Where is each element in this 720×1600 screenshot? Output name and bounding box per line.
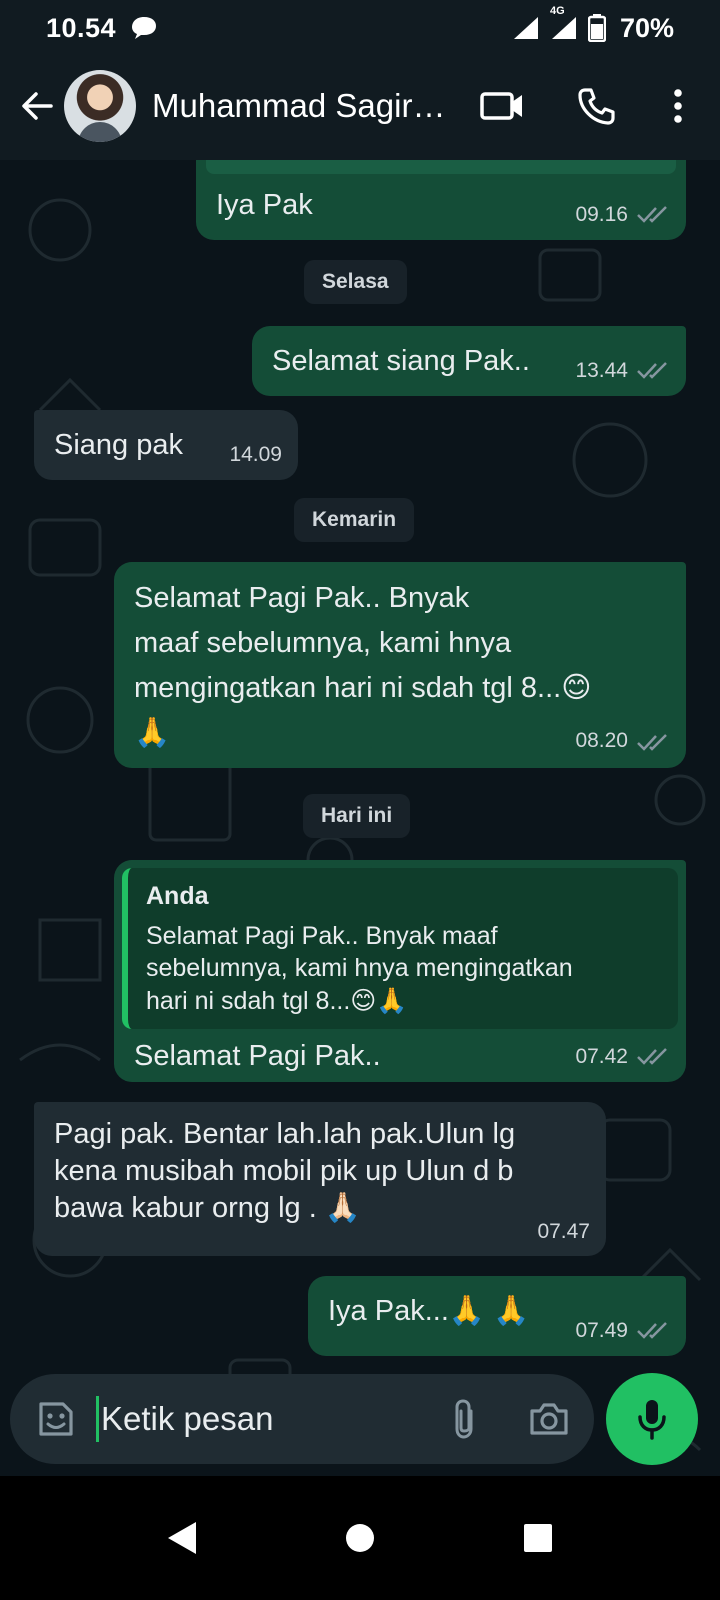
sticker-button[interactable]: [28, 1391, 84, 1447]
message-meta: 08.20: [575, 725, 670, 758]
status-indicators: 4G 70%: [512, 5, 674, 44]
message-text: Iya Pak: [216, 189, 313, 221]
signal-icon: [513, 17, 538, 39]
chat-notification-icon: [132, 17, 157, 39]
battery-percent: 70%: [619, 12, 674, 43]
quoted-image-strip: [206, 160, 676, 174]
double-check-icon: [637, 206, 667, 224]
paperclip-icon: [455, 1399, 473, 1439]
circle-home-icon: [346, 1524, 374, 1552]
message-meta: 07.49: [575, 1315, 670, 1347]
microphone-icon: [638, 1400, 666, 1440]
message-meta: 07.47: [537, 1219, 590, 1246]
triangle-back-icon: [168, 1522, 196, 1554]
double-check-icon: [637, 1322, 667, 1340]
back-button[interactable]: [10, 79, 64, 133]
double-check-icon: [637, 733, 667, 751]
message-meta: 14.09: [229, 439, 282, 471]
nav-back-button[interactable]: [152, 1508, 212, 1568]
arrow-back-icon: [22, 92, 53, 120]
message-outgoing[interactable]: Iya Pak 09.16: [196, 160, 686, 240]
quote-author: Anda: [146, 882, 209, 910]
message-time: 14.09: [229, 442, 282, 466]
message-outgoing[interactable]: Iya Pak...🙏 🙏 07.49: [308, 1276, 686, 1356]
quote-text: Selamat Pagi Pak.. Bnyak maaf sebelumnya…: [146, 921, 573, 1015]
contact-name[interactable]: Muhammad Sagir…: [152, 87, 452, 125]
message-incoming[interactable]: Pagi pak. Bentar lah.lah pak.Ulun lg ken…: [34, 1102, 606, 1256]
text-cursor: [96, 1396, 99, 1442]
message-outgoing-reply[interactable]: Anda Selamat Pagi Pak.. Bnyak maaf sebel…: [114, 860, 686, 1082]
nav-home-button[interactable]: [330, 1508, 390, 1568]
message-time: 09.16: [575, 202, 628, 226]
video-camera-icon: [480, 92, 522, 120]
message-time: 07.49: [575, 1318, 628, 1342]
double-check-icon: [637, 1048, 667, 1066]
message-meta: 09.16: [575, 199, 670, 231]
date-divider: Selasa: [304, 260, 407, 304]
top-bar: 10.54 4G 70% Muhammad Sagir…: [0, 0, 720, 160]
more-options-button[interactable]: [648, 76, 708, 136]
more-vert-icon: [674, 89, 682, 123]
message-meta: 07.42: [575, 1041, 670, 1073]
network-indicator: 4G: [550, 5, 578, 41]
battery-icon: [587, 14, 606, 42]
chat-area[interactable]: Iya Pak 09.16 Selasa Selamat siang Pak..…: [0, 160, 720, 1500]
status-time: 10.54: [46, 12, 117, 43]
message-outgoing[interactable]: Selamat Pagi Pak.. Bnyak maaf sebelumnya…: [114, 562, 686, 768]
voice-record-button[interactable]: [606, 1373, 698, 1465]
message-time: 07.42: [575, 1044, 628, 1068]
signal-4g-icon: [551, 17, 576, 39]
attach-button[interactable]: [437, 1392, 491, 1446]
camera-button[interactable]: [521, 1391, 577, 1447]
square-recents-icon: [524, 1524, 552, 1552]
message-time: 08.20: [575, 729, 628, 753]
message-incoming[interactable]: Siang pak 14.09: [34, 410, 298, 480]
message-text: Pagi pak. Bentar lah.lah pak.Ulun lg ken…: [54, 1118, 516, 1224]
voice-call-button[interactable]: [566, 76, 626, 136]
date-divider: Hari ini: [303, 794, 411, 838]
message-input[interactable]: [101, 1400, 421, 1438]
system-nav-bar: [0, 1476, 720, 1600]
sticker-icon: [39, 1402, 73, 1436]
date-divider: Kemarin: [294, 498, 415, 542]
double-check-icon: [637, 362, 667, 380]
network-type: 4G: [549, 5, 565, 17]
video-call-button[interactable]: [472, 76, 532, 136]
chat-header: Muhammad Sagir…: [0, 66, 720, 146]
message-outgoing[interactable]: Selamat siang Pak.. 13.44: [252, 326, 686, 396]
phone-icon: [578, 88, 615, 125]
quoted-message[interactable]: Anda Selamat Pagi Pak.. Bnyak maaf sebel…: [122, 868, 678, 1029]
message-time: 13.44: [575, 358, 628, 382]
avatar[interactable]: [64, 70, 136, 142]
nav-recents-button[interactable]: [508, 1508, 568, 1568]
message-meta: 13.44: [575, 355, 670, 387]
message-time: 07.47: [537, 1220, 590, 1244]
status-bar: 10.54 4G 70%: [0, 0, 720, 56]
message-composer: [10, 1374, 594, 1464]
camera-icon: [530, 1403, 568, 1435]
